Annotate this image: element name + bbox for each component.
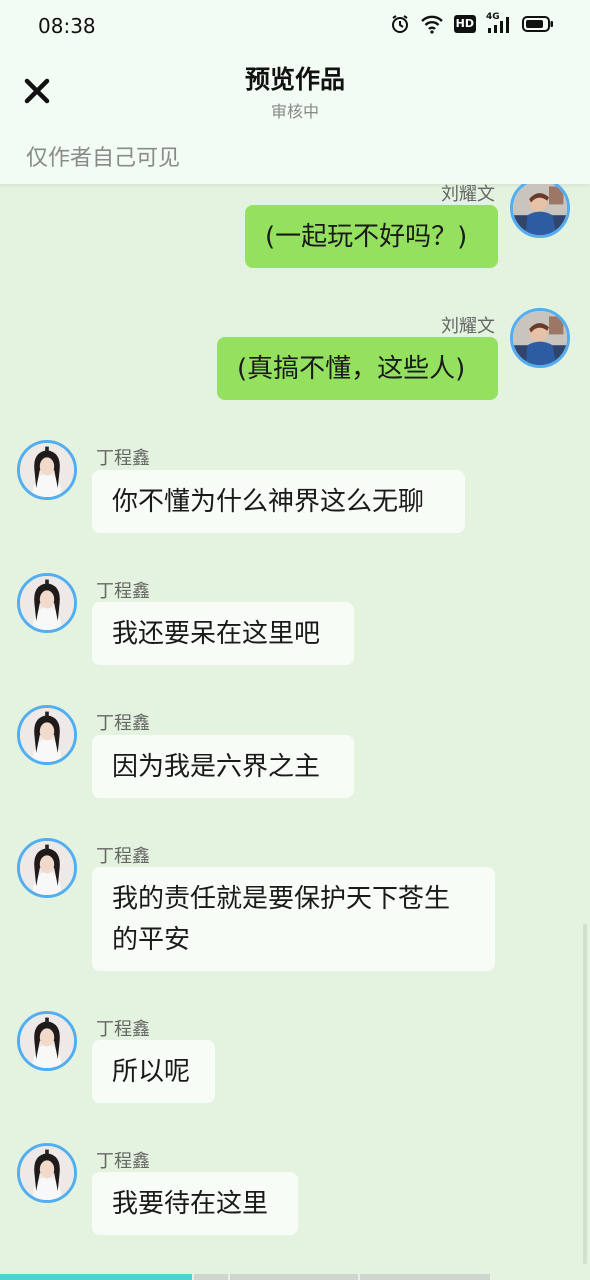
status-bar: 08:38 HD 4G: [0, 0, 590, 52]
visibility-note: 仅作者自己可见: [26, 146, 181, 171]
avatar[interactable]: [17, 573, 77, 633]
message-bubble[interactable]: 我的责任就是要保护天下苍生的平安: [92, 867, 495, 971]
sender-name: 刘耀文: [441, 184, 495, 205]
hd-icon: HD: [453, 15, 476, 33]
avatar[interactable]: [17, 705, 77, 765]
sender-name: 丁程鑫: [96, 448, 150, 469]
progress-segment: [230, 1274, 358, 1280]
page-title: 预览作品: [244, 65, 345, 94]
battery-icon: [522, 15, 554, 33]
message-item: 丁程鑫 因为我是六界之主: [0, 705, 590, 805]
message-item: 丁程鑫 你不懂为什么神界这么无聊: [0, 440, 590, 540]
scrollbar[interactable]: [583, 924, 587, 1264]
avatar[interactable]: [510, 184, 570, 238]
sender-name: 丁程鑫: [96, 1151, 150, 1172]
wifi-icon: [420, 14, 444, 34]
avatar[interactable]: [510, 308, 570, 368]
sender-name: 丁程鑫: [96, 1019, 150, 1040]
message-item: 丁程鑫 我还要呆在这里吧: [0, 573, 590, 673]
avatar[interactable]: [17, 838, 77, 898]
sender-name: 丁程鑫: [96, 846, 150, 867]
message-item: 刘耀文 (真搞不懂，这些人): [0, 308, 590, 408]
progress-segment: [360, 1274, 490, 1280]
message-item: 丁程鑫 我要待在这里: [0, 1143, 590, 1243]
message-bubble[interactable]: 你不懂为什么神界这么无聊: [92, 470, 465, 533]
alarm-icon: [390, 14, 410, 34]
signal-4g-icon: 4G: [486, 12, 512, 34]
avatar[interactable]: [17, 440, 77, 500]
message-item: 丁程鑫 我的责任就是要保护天下苍生的平安: [0, 838, 590, 978]
sender-name: 刘耀文: [441, 316, 495, 337]
sender-name: 丁程鑫: [96, 581, 150, 602]
progress-segment: [194, 1274, 228, 1280]
message-bubble[interactable]: 我要待在这里: [92, 1172, 298, 1235]
progress-bar: [0, 1274, 590, 1280]
message-bubble[interactable]: (一起玩不好吗？): [245, 205, 498, 268]
message-item: 丁程鑫 所以呢: [0, 1011, 590, 1111]
progress-segment-active: [0, 1274, 192, 1280]
avatar[interactable]: [17, 1143, 77, 1203]
sender-name: 丁程鑫: [96, 713, 150, 734]
top-header: 预览作品 审核中 仅作者自己可见: [0, 52, 590, 184]
message-bubble[interactable]: 我还要呆在这里吧: [92, 602, 354, 665]
chat-area[interactable]: 刘耀文 (一起玩不好吗？) 刘耀文 (真搞不懂，这些人) 丁程鑫 你不懂为什么神…: [0, 184, 590, 1274]
message-bubble[interactable]: 所以呢: [92, 1040, 215, 1103]
status-icons: HD 4G: [390, 12, 554, 34]
avatar[interactable]: [17, 1011, 77, 1071]
message-bubble[interactable]: 因为我是六界之主: [92, 735, 354, 798]
message-item: 刘耀文 (一起玩不好吗？): [0, 184, 590, 274]
status-time: 08:38: [38, 14, 96, 38]
review-status: 审核中: [270, 102, 319, 121]
message-bubble[interactable]: (真搞不懂，这些人): [217, 337, 498, 400]
